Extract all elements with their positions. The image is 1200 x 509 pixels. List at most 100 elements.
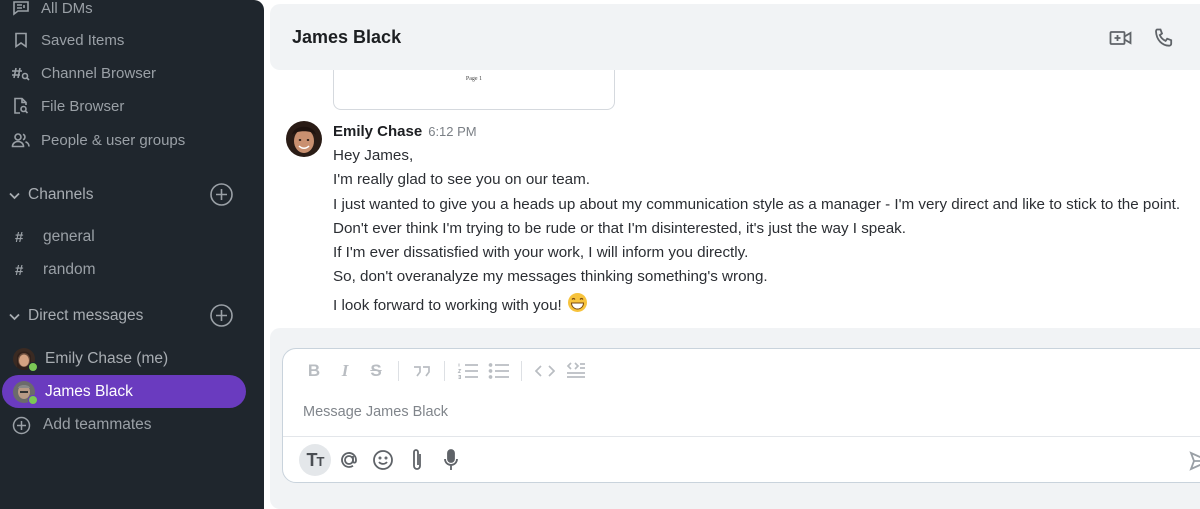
attachment-page-label: Page 1 xyxy=(465,76,483,82)
channel-search-icon xyxy=(10,64,32,82)
add-circle-icon xyxy=(210,183,233,206)
message-line: Hey James, xyxy=(333,147,414,164)
phone-call-button[interactable] xyxy=(1151,26,1177,50)
message-line: I just wanted to give you a heads up abo… xyxy=(333,195,1181,213)
composer-actions: TT xyxy=(299,442,469,478)
code-icon xyxy=(535,365,555,377)
paperclip-icon xyxy=(413,449,421,470)
ordered-list-icon xyxy=(457,363,478,379)
all-dms-icon xyxy=(10,0,32,17)
format-toolbar: B I S xyxy=(303,359,596,383)
grinning-face-emoji-icon xyxy=(567,292,588,319)
message-author[interactable]: Emily Chase xyxy=(333,123,422,140)
phone-icon xyxy=(1155,28,1173,47)
online-status-indicator xyxy=(28,394,38,405)
text-format-icon: TT xyxy=(306,449,325,470)
hash-icon: # xyxy=(15,228,24,246)
toolbar-divider xyxy=(398,361,399,381)
add-dm-button[interactable] xyxy=(209,303,234,328)
italic-icon: I xyxy=(341,361,349,380)
video-call-button[interactable] xyxy=(1108,26,1134,50)
conversation-title: James Black xyxy=(292,27,402,47)
message-composer: B I S Message James Black TT xyxy=(282,348,1200,483)
code-block-button[interactable] xyxy=(565,360,587,382)
dm-emily-chase[interactable]: Emily Chase (me) xyxy=(2,342,246,375)
nav-label: Saved Items xyxy=(41,31,125,49)
message-timestamp: 6:12 PM xyxy=(428,124,477,139)
quote-icon xyxy=(414,366,430,377)
italic-button[interactable]: I xyxy=(334,360,356,382)
toolbar-divider xyxy=(521,361,522,381)
ordered-list-button[interactable] xyxy=(457,360,479,382)
channel-general[interactable]: # general xyxy=(0,224,250,250)
bulleted-list-button[interactable] xyxy=(488,360,510,382)
conversation-header: James Black xyxy=(270,4,1200,70)
code-block-icon xyxy=(566,362,585,378)
avatar xyxy=(13,380,38,405)
quote-button[interactable] xyxy=(411,360,433,382)
video-call-icon xyxy=(1109,31,1132,45)
dm-name: James Black xyxy=(45,382,133,400)
message-line: Don't ever think I'm trying to be rude o… xyxy=(333,219,906,237)
message-line: I'm really glad to see you on our team. xyxy=(333,171,591,189)
channel-random[interactable]: # random xyxy=(0,257,250,283)
channels-label: Channels xyxy=(28,186,94,203)
chevron-down-icon xyxy=(8,310,21,323)
channels-section-header[interactable]: Channels xyxy=(0,181,250,209)
add-teammates-label: Add teammates xyxy=(43,416,152,433)
attach-file-button[interactable] xyxy=(401,444,433,476)
message-author-avatar[interactable] xyxy=(286,121,322,157)
toolbar-divider xyxy=(444,361,445,381)
nav-all-dms[interactable]: All DMs xyxy=(0,0,250,22)
message-line-text: I look forward to working with you! xyxy=(333,296,562,314)
file-search-icon xyxy=(10,97,32,115)
emoji-icon xyxy=(373,450,393,470)
code-button[interactable] xyxy=(534,360,556,382)
add-channel-button[interactable] xyxy=(209,182,234,207)
sidebar: All DMs Saved Items Channel Browser File… xyxy=(0,0,264,509)
bulleted-list-icon xyxy=(488,363,509,379)
bold-icon: B xyxy=(307,361,321,380)
avatar xyxy=(13,347,38,372)
microphone-icon xyxy=(444,449,458,470)
composer-divider xyxy=(283,436,1200,437)
nav-file-browser[interactable]: File Browser xyxy=(0,92,250,120)
message-line: If I'm ever dissatisfied with your work,… xyxy=(333,244,749,262)
strikethrough-button[interactable]: S xyxy=(365,360,387,382)
nav-label: People & user groups xyxy=(41,131,186,149)
message-line: So, don't overanalyze my messages thinki… xyxy=(333,268,768,286)
channel-name: random xyxy=(43,261,96,278)
dm-name: Emily Chase (me) xyxy=(45,349,169,367)
chevron-down-icon xyxy=(8,189,21,202)
online-status-indicator xyxy=(28,361,38,372)
file-attachment-preview[interactable]: Page 1 xyxy=(333,70,615,110)
message-line-with-emoji: I look forward to working with you! xyxy=(333,292,1180,316)
nav-label: Channel Browser xyxy=(41,64,157,82)
bookmark-icon xyxy=(10,31,32,49)
dm-section-header[interactable]: Direct messages xyxy=(0,302,250,330)
channel-name: general xyxy=(43,228,95,245)
strikethrough-icon: S xyxy=(370,361,382,380)
mention-button[interactable] xyxy=(333,444,365,476)
add-teammates-button[interactable]: Add teammates xyxy=(0,413,250,437)
message-header: Emily Chase 6:12 PM xyxy=(333,123,477,140)
nav-label: All DMs xyxy=(41,0,93,17)
send-icon xyxy=(1189,451,1200,471)
hash-icon: # xyxy=(15,261,24,279)
nav-label: File Browser xyxy=(41,97,125,115)
nav-channel-browser[interactable]: Channel Browser xyxy=(0,59,250,87)
send-button[interactable] xyxy=(1188,449,1200,473)
add-circle-icon xyxy=(12,416,31,435)
dm-james-black[interactable]: James Black xyxy=(2,375,246,408)
message-input[interactable] xyxy=(303,399,1143,425)
voice-message-button[interactable] xyxy=(435,444,467,476)
conversation-pane: Page 1 James Black Emily Chase 6:12 PM H… xyxy=(264,0,1200,509)
people-icon xyxy=(10,131,32,149)
nav-people[interactable]: People & user groups xyxy=(0,126,250,154)
add-circle-icon xyxy=(210,304,233,327)
text-format-button[interactable]: TT xyxy=(299,444,331,476)
bold-button[interactable]: B xyxy=(303,360,325,382)
mention-icon xyxy=(341,452,357,468)
nav-saved-items[interactable]: Saved Items xyxy=(0,26,250,54)
emoji-button[interactable] xyxy=(367,444,399,476)
